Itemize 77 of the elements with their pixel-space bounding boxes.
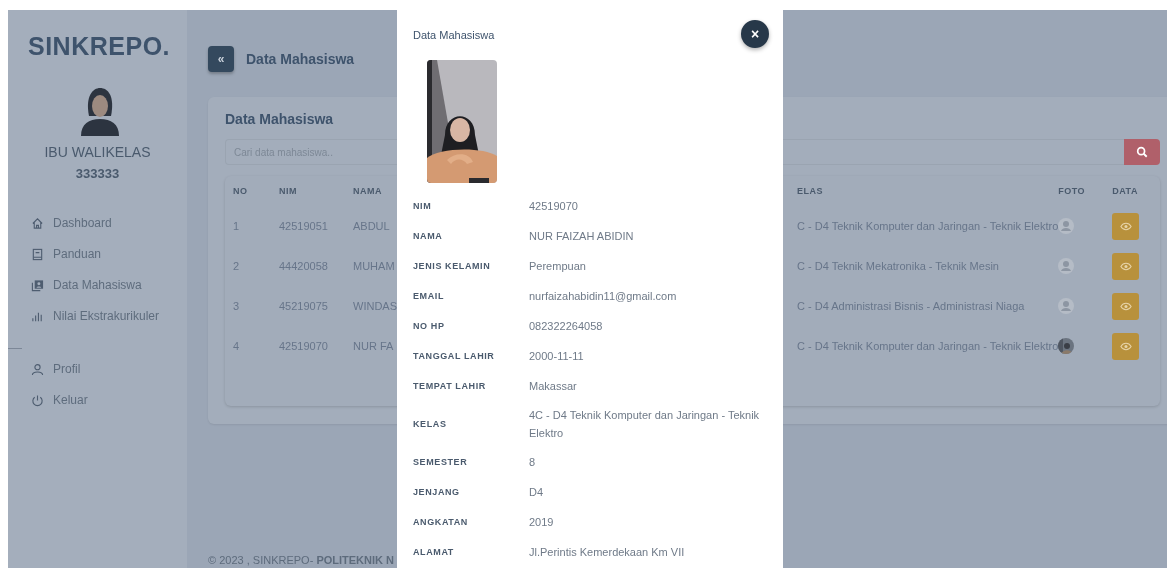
contacts-icon [31,278,44,292]
power-icon [31,393,44,407]
field-label: SEMESTER [413,456,469,469]
table-cell: 3 [233,300,240,312]
field-value: D4 [529,485,545,500]
field-value: Perempuan [529,259,587,274]
table-cell: C - D4 Administrasi Bisnis - Administrasi Niaga [797,300,1025,312]
view-button[interactable] [1112,332,1140,360]
table-cell: C - D4 Teknik Komputer dan Jaringan - Teknik Elektro [797,340,1059,352]
eye-icon [1119,261,1132,271]
field-value: 2019 [529,515,555,530]
field-label: JENJANG [413,486,461,499]
book-icon [31,247,44,261]
menu-item[interactable]: Profil [31,361,187,377]
menu-item[interactable]: Nilai Ekstrakurikuler [31,308,187,324]
avatar-placeholder-icon [1058,218,1075,234]
column-header: NO [233,186,248,196]
eye-icon [1119,301,1132,311]
field-label: NO HP [413,320,446,333]
search-button[interactable] [1124,139,1161,165]
table-cell: C - D4 Teknik Komputer dan Jaringan - Teknik Elektro [797,220,1059,232]
page-title: Data Mahasiswa [246,51,355,67]
eye-icon [1119,221,1132,231]
field-value: Makassar [529,379,578,394]
field-label: TANGGAL LAHIR [413,350,496,363]
avatar-placeholder-icon [1058,258,1075,274]
table-cell: 45219075 [279,300,328,312]
menu-item[interactable]: Data Mahasiswa [31,277,187,293]
user-id: 333333 [74,166,121,181]
close-button[interactable]: × [741,20,769,48]
sidebar-toggle-button[interactable]: « [208,46,234,72]
view-button[interactable] [1112,292,1140,320]
field-value: 8 [529,455,537,470]
view-button[interactable] [1112,212,1140,240]
field-label: NIM [413,200,433,213]
table-cell: 1 [233,220,240,232]
field-label: NAMA [413,230,444,243]
field-value: 2000-11-11 [529,349,585,364]
table-cell: 42519070 [279,340,328,352]
brand-logo: SINKREPO. [27,31,172,61]
dialog-title: Data Mahasiswa [413,29,495,41]
field-label: ALAMAT [413,546,455,559]
field-value: Jl.Perintis Kemerdekaan Km VII [529,545,686,560]
user-name: IBU WALIKELAS [43,144,152,160]
table-cell: WINDAS [353,300,397,312]
column-header: ELAS [797,186,823,196]
field-label: KELAS [413,418,448,431]
menu-item[interactable]: Dashboard [31,215,187,231]
column-header: FOTO [1058,186,1086,196]
menu-item[interactable]: Panduan [31,246,187,262]
user-icon [31,362,44,376]
menu-item[interactable]: Keluar [31,392,187,408]
field-value: NUR FAIZAH ABIDIN [529,229,635,244]
table-cell: NUR FA [353,340,394,352]
table-cell: ABDUL [353,220,390,232]
field-value: nurfaizahabidin11@gmail.com [529,289,678,304]
search-icon [1136,146,1149,158]
avatar-placeholder-icon [1058,298,1075,314]
field-value: 4C - D4 Teknik Komputer dan Jaringan - Teknik Elektro [529,408,761,441]
column-header: NAMA [353,186,382,196]
field-label: EMAIL [413,290,445,303]
table-cell: MUHAM [353,260,395,272]
column-header: DATA [1112,186,1138,196]
table-cell: 4 [233,340,240,352]
table-cell: 44420058 [279,260,328,272]
eye-icon [1119,341,1132,351]
table-cell: 42519051 [279,220,328,232]
field-label: JENIS KELAMIN [413,260,492,273]
field-label: ANGKATAN [413,516,469,529]
field-value: 42519070 [529,199,579,214]
footer-text: © 2023 , SINKREPO- POLITEKNIK N [208,554,394,568]
field-value: 082322264058 [529,319,604,334]
column-header: NIM [279,186,297,196]
card-title: Data Mahasiswa [225,111,335,127]
field-label: TEMPAT LAHIR [413,380,487,393]
home-icon [31,216,44,230]
view-button[interactable] [1112,252,1140,280]
